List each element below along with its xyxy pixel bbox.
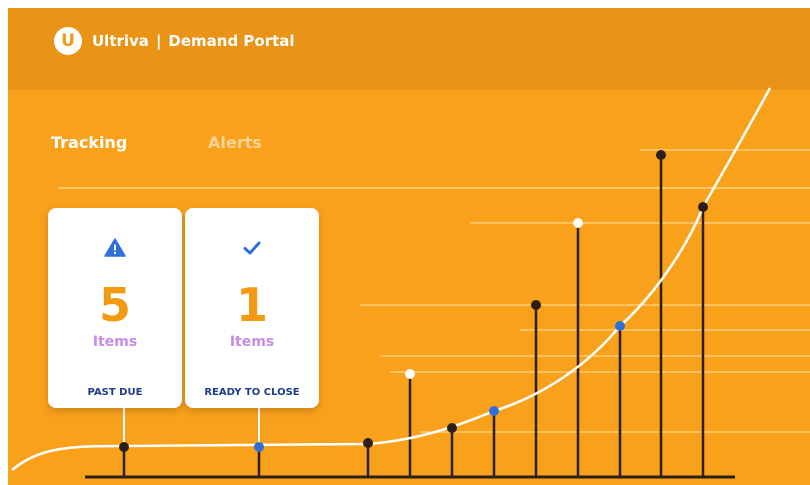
past-due-count: 5 (98, 278, 131, 332)
data-point (698, 202, 708, 212)
data-point (363, 438, 373, 448)
data-point (405, 369, 415, 379)
ready-status: READY TO CLOSE (204, 387, 300, 398)
demand-portal-screen: U Ultriva | Demand Portal Tracking Alerts (0, 0, 810, 485)
data-point (531, 300, 541, 310)
warning-icon (104, 238, 126, 257)
data-point (447, 423, 457, 433)
ready-to-close-card[interactable]: 1 Items READY TO CLOSE (185, 208, 319, 408)
data-point (656, 150, 666, 160)
ready-unit: Items (229, 334, 275, 350)
data-point (119, 442, 129, 452)
past-due-card[interactable]: 5 Items PAST DUE (48, 208, 182, 408)
data-point (254, 442, 264, 452)
data-point (489, 406, 499, 416)
data-point (573, 218, 583, 228)
past-due-unit: Items (92, 334, 138, 350)
past-due-status: PAST DUE (87, 387, 143, 398)
ready-count: 1 (235, 278, 268, 332)
check-icon (243, 241, 261, 255)
data-point (615, 321, 625, 331)
